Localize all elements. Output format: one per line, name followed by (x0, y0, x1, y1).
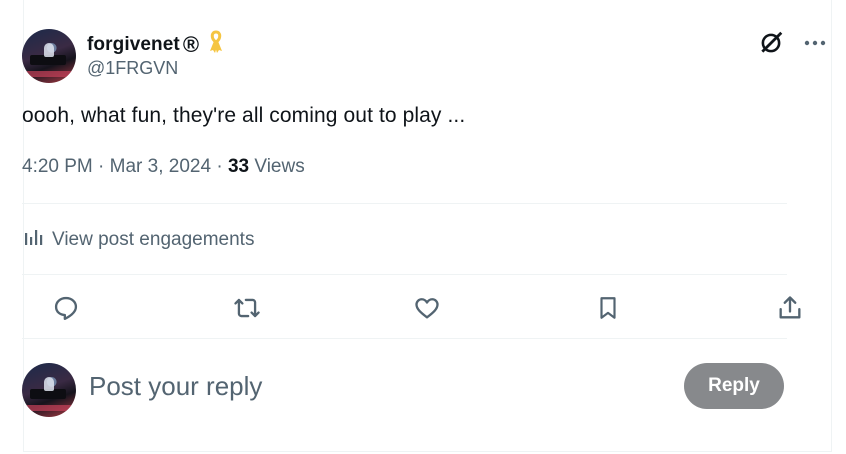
awareness-ribbon-icon (207, 30, 225, 59)
views-count: 33 (227, 156, 250, 177)
more-options-icon[interactable] (804, 39, 826, 47)
post-top-actions (758, 30, 826, 56)
like-icon[interactable] (413, 294, 441, 327)
analytics-icon (22, 226, 44, 254)
divider (22, 203, 787, 204)
post-action-bar (22, 290, 801, 327)
post-date[interactable]: Mar 3, 2024 (110, 156, 211, 177)
post-text: oooh, what fun, they're all coming out t… (22, 104, 466, 127)
views-label: Views (249, 156, 305, 177)
meta-separator: · (92, 156, 110, 177)
meta-separator: · (211, 156, 228, 177)
registered-mark: ® (182, 31, 200, 57)
author-display-name[interactable]: forgivenet (87, 34, 180, 56)
reply-input[interactable]: Post your reply (89, 371, 262, 402)
reply-button[interactable]: Reply (684, 363, 784, 409)
share-icon[interactable] (776, 294, 804, 327)
bookmark-icon[interactable] (595, 294, 621, 327)
repost-icon[interactable] (232, 294, 262, 327)
divider (22, 338, 787, 339)
view-engagements-label: View post engagements (52, 229, 255, 250)
current-user-avatar[interactable] (22, 363, 76, 417)
author-avatar[interactable] (22, 29, 76, 83)
divider (22, 274, 787, 275)
post-time[interactable]: 4:20 PM (22, 156, 93, 177)
grok-icon[interactable] (758, 30, 784, 56)
post-meta: 4:20 PM · Mar 3, 2024 · 33 Views (22, 156, 305, 178)
author-handle[interactable]: @1FRGVN (87, 58, 178, 79)
author-name-row: forgivenet ® (87, 30, 225, 59)
reply-icon[interactable] (52, 294, 80, 327)
view-engagements-link[interactable]: View post engagements (22, 226, 254, 254)
